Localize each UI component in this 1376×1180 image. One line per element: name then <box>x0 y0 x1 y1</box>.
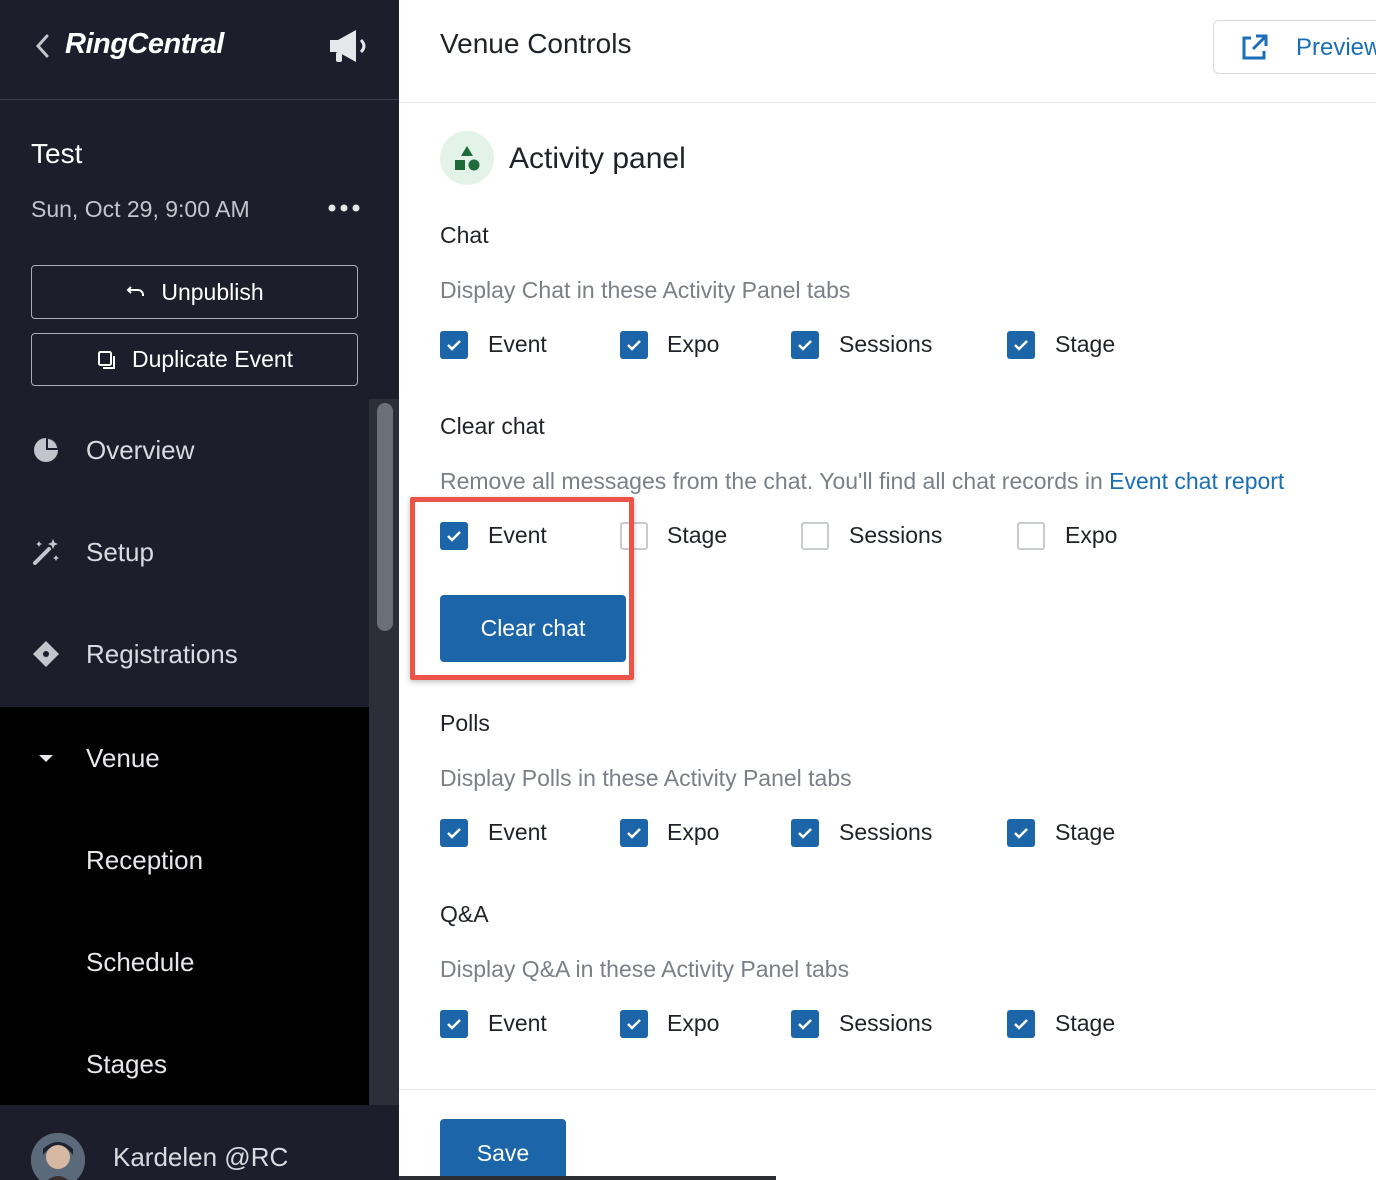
avatar[interactable] <box>31 1133 85 1180</box>
page-title: Venue Controls <box>440 28 632 59</box>
checkmark-icon <box>447 340 461 351</box>
checkbox-label: Expo <box>1065 522 1118 548</box>
page-header: Venue Controls Preview <box>399 0 1376 103</box>
sidebar-item-label: Setup <box>86 536 154 567</box>
preview-label: Preview <box>1296 34 1376 61</box>
sidebar-item-schedule[interactable]: Schedule <box>0 911 369 1013</box>
footer-divider <box>399 1089 1376 1090</box>
checkbox-label: Sessions <box>839 1010 933 1036</box>
event-title: Test <box>31 138 83 169</box>
qa-section-title: Q&A <box>440 901 489 927</box>
clear-chat-expo-checkbox[interactable] <box>1017 522 1045 550</box>
sidebar-item-setup[interactable]: Setup <box>0 501 369 603</box>
checkbox-label: Expo <box>667 1010 720 1036</box>
avatar-image <box>31 1133 85 1180</box>
preview-button[interactable]: Preview <box>1213 20 1376 74</box>
sidebar-header: RingCentral <box>0 0 399 100</box>
checkbox-label: Stage <box>667 522 728 548</box>
checkbox-label: Stage <box>1055 1010 1116 1036</box>
duplicate-event-label: Duplicate Event <box>131 346 294 372</box>
more-options-icon[interactable] <box>326 198 362 218</box>
polls-expo-checkbox[interactable] <box>620 819 648 847</box>
clear-chat-sessions-checkbox[interactable] <box>801 522 829 550</box>
qa-expo-checkbox[interactable] <box>620 1010 648 1038</box>
duplicate-event-button[interactable]: Duplicate Event <box>31 333 358 386</box>
shapes-icon <box>440 131 494 185</box>
checkmark-icon <box>798 1019 812 1030</box>
chat-event-checkbox[interactable] <box>440 331 468 359</box>
sidebar-item-registrations[interactable]: Registrations <box>0 603 369 705</box>
sidebar-item-label: Overview <box>86 434 195 465</box>
polls-stage-checkbox[interactable] <box>1007 819 1035 847</box>
checkbox-label: Expo <box>667 819 720 845</box>
chat-expo-checkbox[interactable] <box>620 331 648 359</box>
checkbox-label: Expo <box>667 331 720 357</box>
event-date: Sun, Oct 29, 9:00 AM <box>31 196 250 222</box>
checkbox-label: Event <box>488 1010 547 1036</box>
ticket-icon <box>33 641 59 667</box>
chat-section-description: Display Chat in these Activity Panel tab… <box>440 277 851 303</box>
qa-sessions-checkbox[interactable] <box>791 1010 819 1038</box>
sidebar: RingCentral Test Sun, Oct 29, 9:00 AM Un… <box>0 0 399 1180</box>
checkmark-icon <box>1014 340 1028 351</box>
sidebar-item-reception[interactable]: Reception <box>0 809 369 911</box>
megaphone-icon[interactable] <box>326 26 372 66</box>
chat-stage-checkbox[interactable] <box>1007 331 1035 359</box>
sidebar-item-label: Venue <box>86 742 160 773</box>
checkmark-icon <box>1014 828 1028 839</box>
checkmark-icon <box>627 1019 641 1030</box>
checkbox-label: Event <box>488 331 547 357</box>
duplicate-icon <box>97 350 115 369</box>
sidebar-item-label: Stages <box>86 1048 167 1079</box>
sidebar-item-label: Reception <box>86 844 204 875</box>
polls-sessions-checkbox[interactable] <box>791 819 819 847</box>
magic-wand-icon <box>33 539 59 565</box>
highlight-annotation-box <box>410 497 634 680</box>
checkmark-icon <box>447 1019 461 1030</box>
sidebar-item-label: Schedule <box>86 946 195 977</box>
checkbox-label: Sessions <box>839 331 933 357</box>
checkbox-label: Stage <box>1055 819 1116 845</box>
undo-icon <box>126 286 145 296</box>
polls-section-title: Polls <box>440 710 490 736</box>
horizontal-scrollbar[interactable] <box>399 1176 776 1180</box>
checkmark-icon <box>1014 1019 1028 1030</box>
checkmark-icon <box>798 340 812 351</box>
checkmark-icon <box>627 828 641 839</box>
qa-stage-checkbox[interactable] <box>1007 1010 1035 1038</box>
checkbox-label: Stage <box>1055 331 1116 357</box>
chat-sessions-checkbox[interactable] <box>791 331 819 359</box>
clear-chat-description-text: Remove all messages from the chat. You'l… <box>440 468 1110 494</box>
chat-section-title: Chat <box>440 222 489 248</box>
checkmark-icon <box>447 828 461 839</box>
unpublish-button[interactable]: Unpublish <box>31 265 358 319</box>
polls-event-checkbox[interactable] <box>440 819 468 847</box>
checkbox-label: Sessions <box>839 819 933 845</box>
checkbox-label: Sessions <box>849 522 943 548</box>
unpublish-label: Unpublish <box>161 278 264 305</box>
qa-section-description: Display Q&A in these Activity Panel tabs <box>440 956 850 982</box>
sidebar-item-stages[interactable]: Stages <box>0 1013 369 1115</box>
main-content: Venue Controls Preview Activity panel Ch… <box>399 0 1376 1180</box>
checkmark-icon <box>798 828 812 839</box>
checkmark-icon <box>627 340 641 351</box>
sidebar-scrollbar-thumb[interactable] <box>377 403 393 631</box>
polls-section-description: Display Polls in these Activity Panel ta… <box>440 765 852 791</box>
sidebar-item-overview[interactable]: Overview <box>0 399 369 501</box>
sidebar-item-label: Registrations <box>86 638 238 669</box>
external-link-icon <box>1242 34 1268 60</box>
qa-event-checkbox[interactable] <box>440 1010 468 1038</box>
clear-chat-section-description: Remove all messages from the chat. You'l… <box>440 468 1284 495</box>
clear-chat-section-title: Clear chat <box>440 413 545 439</box>
chevron-left-icon[interactable] <box>30 30 54 62</box>
event-chat-report-link[interactable]: Event chat report <box>1109 468 1284 494</box>
pie-chart-icon <box>34 438 58 462</box>
user-name: Kardelen @RC <box>113 1142 289 1172</box>
sidebar-item-venue[interactable]: Venue <box>0 707 369 809</box>
checkbox-label: Event <box>488 819 547 845</box>
save-button[interactable]: Save <box>440 1119 566 1180</box>
caret-down-icon <box>39 755 53 762</box>
ringcentral-logo: RingCentral <box>65 28 224 60</box>
panel-title: Activity panel <box>509 142 686 175</box>
